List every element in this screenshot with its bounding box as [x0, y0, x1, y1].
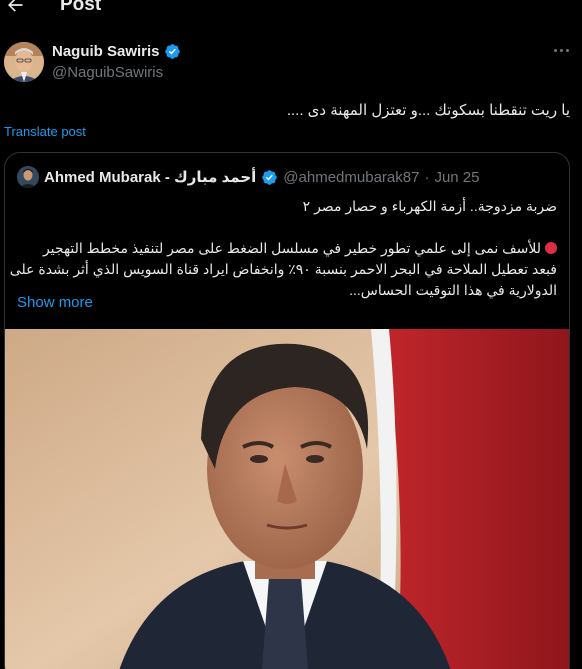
quoted-line: للأسف نمى إلى علمي تطور خطير في مسلسل ال… — [17, 238, 557, 259]
post-author: Naguib Sawiris @NaguibSawiris — [0, 38, 582, 88]
quoted-post-date[interactable]: Jun 25 — [434, 169, 479, 186]
author-handle[interactable]: @NaguibSawiris — [52, 64, 163, 81]
quoted-line: فبعد تعطيل الملاحة في البحر الاحمر بنسبة… — [5, 261, 557, 277]
back-button[interactable] — [4, 0, 26, 16]
quoted-avatar — [17, 166, 39, 188]
quoted-line-heading: ضربة مزدوجة.. أزمة الكهرباء و حصار مصر ٢ — [302, 198, 557, 214]
post-text: يا ريت تنقطنا بسكوتك ...و تعتزل المهنة د… — [286, 102, 570, 119]
author-name[interactable]: Naguib Sawiris — [52, 43, 160, 60]
page-title: Post — [60, 0, 102, 15]
quoted-post-image[interactable] — [5, 329, 569, 669]
quoted-post-text: ضربة مزدوجة.. أزمة الكهرباء و حصار مصر ٢… — [5, 196, 557, 301]
verified-badge-icon — [262, 169, 278, 185]
red-circle-emoji — [545, 242, 557, 254]
author-name-row: Naguib Sawiris — [52, 43, 181, 60]
more-options-button[interactable] — [549, 40, 573, 60]
translate-post-link[interactable]: Translate post — [4, 124, 86, 139]
quoted-avatar-portrait — [17, 166, 39, 188]
arrow-left-icon — [8, 0, 23, 12]
avatar-portrait — [4, 42, 44, 82]
verified-badge-icon — [164, 44, 180, 59]
quoted-line: الدولارية في هذا التوقيت الحساس... — [349, 282, 557, 298]
more-horizontal-icon — [553, 48, 557, 52]
show-more-link[interactable]: Show more — [17, 294, 93, 311]
avatar[interactable] — [4, 42, 44, 82]
quoted-author-name[interactable]: Ahmed Mubarak - أحمد مبارك — [44, 168, 256, 186]
separator-dot: · — [424, 168, 430, 186]
quoted-post-header: Ahmed Mubarak - أحمد مبارك @ahmedmubarak… — [17, 165, 479, 189]
quoted-author-handle[interactable]: @ahmedmubarak87 — [283, 169, 419, 186]
quoted-post[interactable]: Ahmed Mubarak - أحمد مبارك @ahmedmubarak… — [4, 152, 570, 669]
top-bar: Post — [0, 0, 582, 22]
portrait-photo — [5, 329, 569, 669]
